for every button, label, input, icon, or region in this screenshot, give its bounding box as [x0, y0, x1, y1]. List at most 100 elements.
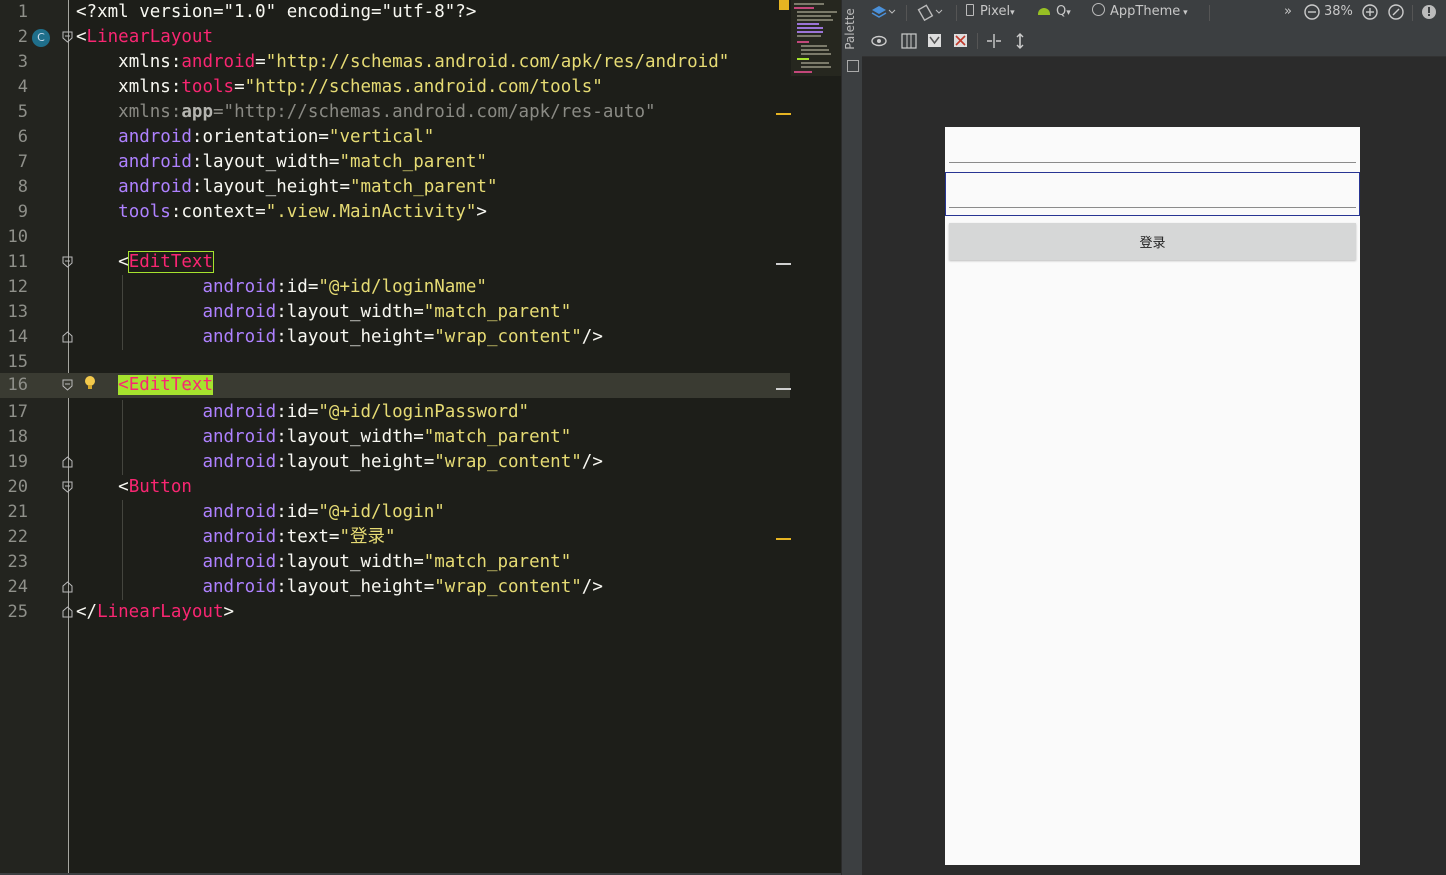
line-number: 12 [7, 277, 28, 297]
error-stripe-marker[interactable] [779, 0, 789, 10]
code-line[interactable]: 6 android:orientation="vertical" [0, 125, 790, 150]
device-preview[interactable]: 登录 [945, 127, 1360, 865]
zoom-in-icon[interactable] [1361, 0, 1379, 33]
code-line[interactable]: 22 android:text="登录" [0, 525, 791, 550]
warning-icon[interactable] [1420, 0, 1438, 33]
code-line[interactable]: 15 [0, 350, 790, 375]
code-line[interactable]: 14 android:layout_height="wrap_content"/… [0, 325, 790, 350]
code-line[interactable]: 10 [0, 225, 790, 250]
fold-collapse-icon[interactable] [62, 379, 73, 391]
palette-tab[interactable]: Palette [843, 8, 857, 50]
line-number: 23 [7, 552, 28, 572]
code-line[interactable]: 2 C <LinearLayout [0, 25, 790, 50]
info-marker[interactable] [776, 388, 791, 390]
code-text: android:id="@+id/loginPassword" [202, 402, 530, 422]
code-line[interactable]: 3 xmlns:android="http://schemas.android.… [0, 50, 790, 75]
code-minimap[interactable] [791, 0, 841, 76]
autoconnect-icon[interactable] [926, 29, 944, 62]
code-line[interactable]: 5 xmlns:app="http://schemas.android.com/… [0, 100, 791, 125]
line-number: 21 [7, 502, 28, 522]
code-line[interactable]: 17 android:id="@+id/loginPassword" [0, 400, 790, 425]
toolbar-separator [906, 5, 907, 21]
info-marker[interactable] [776, 263, 791, 265]
code-line[interactable]: 9 tools:context=".view.MainActivity"> [0, 200, 790, 225]
fold-collapse-icon[interactable] [62, 256, 73, 268]
line-number: 10 [7, 227, 28, 247]
fold-collapse-icon[interactable] [62, 31, 73, 43]
blueprint-toggle-icon[interactable] [900, 29, 918, 62]
fold-collapse-icon[interactable] [62, 481, 73, 493]
code-line[interactable]: 20 <Button [0, 475, 790, 500]
code-line[interactable]: 24 android:layout_height="wrap_content"/… [0, 575, 790, 600]
warning-marker[interactable] [776, 538, 791, 540]
edittext-underline [949, 162, 1356, 163]
line-number: 2 [17, 27, 28, 47]
more-actions-button[interactable]: » [1284, 0, 1292, 24]
code-text: android:id="@+id/loginName" [202, 277, 487, 297]
warning-marker[interactable] [776, 113, 791, 115]
line-number: 14 [7, 327, 28, 347]
code-text: android:layout_width="match_parent" [202, 427, 572, 447]
code-text-unused: xmlns:app="http://schemas.android.com/ap… [118, 102, 656, 122]
fold-end-icon[interactable] [62, 456, 73, 468]
code-text: android:layout_height="match_parent" [118, 177, 498, 197]
code-text: <EditText [118, 375, 213, 395]
theme-icon [1092, 3, 1105, 16]
toolbar-separator [977, 33, 978, 49]
toolbar-separator [1209, 5, 1210, 21]
line-number: 25 [7, 602, 28, 622]
zoom-to-fit-icon[interactable] [1387, 0, 1405, 33]
class-reference-icon[interactable]: C [32, 29, 50, 47]
login-password-edittext[interactable] [945, 172, 1360, 216]
clear-constraints-icon[interactable] [952, 29, 970, 62]
code-text: <LinearLayout [76, 27, 213, 47]
line-number: 24 [7, 577, 28, 597]
edittext-underline [949, 207, 1356, 208]
designer-toolbar: Pixel▾ Q▾ AppTheme ▾ » 38% [862, 0, 1446, 57]
code-text: <?xml version="1.0" encoding="utf-8"?> [76, 2, 477, 22]
code-line[interactable]: 23 android:layout_width="match_parent" [0, 550, 790, 575]
line-number: 13 [7, 302, 28, 322]
line-number: 6 [17, 127, 28, 147]
zoom-out-icon[interactable] [1303, 0, 1321, 33]
code-text: tools:context=".view.MainActivity"> [118, 202, 487, 222]
login-button[interactable]: 登录 [949, 223, 1356, 260]
fold-end-icon[interactable] [62, 606, 73, 618]
code-text: android:layout_width="match_parent" [202, 302, 572, 322]
api-level-selector[interactable]: Q▾ [1038, 0, 1071, 25]
device-selector[interactable]: Pixel▾ [966, 0, 1015, 25]
login-name-edittext[interactable] [945, 127, 1360, 171]
eye-icon[interactable] [870, 29, 888, 62]
palette-toolwindow-strip[interactable]: Palette [841, 0, 863, 875]
code-line[interactable]: 25 </LinearLayout> [0, 600, 790, 625]
line-number: 15 [7, 352, 28, 372]
code-line[interactable]: 7 android:layout_width="match_parent" [0, 150, 790, 175]
code-line-current[interactable]: 16 <EditText [0, 373, 791, 398]
code-text: xmlns:android="http://schemas.android.co… [118, 52, 730, 72]
code-line[interactable]: 18 android:layout_width="match_parent" [0, 425, 790, 450]
vertical-resize-icon[interactable] [1011, 29, 1029, 62]
line-number: 5 [17, 102, 28, 122]
code-text: android:layout_height="wrap_content"/> [202, 577, 603, 597]
code-line[interactable]: 13 android:layout_width="match_parent" [0, 300, 790, 325]
line-number: 3 [17, 52, 28, 72]
code-line[interactable]: 11 <EditText [0, 250, 791, 275]
code-text: android:layout_width="match_parent" [118, 152, 487, 172]
line-number: 11 [7, 252, 28, 272]
code-line[interactable]: 12 android:id="@+id/loginName" [0, 275, 790, 300]
fold-end-icon[interactable] [62, 581, 73, 593]
code-line[interactable]: 21 android:id="@+id/login" [0, 500, 790, 525]
indent-guide [122, 500, 123, 600]
layout-designer[interactable]: Pixel▾ Q▾ AppTheme ▾ » 38% 登录 [862, 0, 1446, 875]
fold-end-icon[interactable] [62, 331, 73, 343]
line-number: 9 [17, 202, 28, 222]
code-line[interactable]: 19 android:layout_height="wrap_content"/… [0, 450, 790, 475]
code-line[interactable]: 1 <?xml version="1.0" encoding="utf-8"?> [0, 0, 790, 25]
android-icon [1038, 8, 1050, 15]
code-line[interactable]: 4 xmlns:tools="http://schemas.android.co… [0, 75, 790, 100]
theme-selector[interactable]: AppTheme ▾ [1092, 0, 1188, 25]
code-editor[interactable]: 1 <?xml version="1.0" encoding="utf-8"?>… [0, 0, 841, 875]
horizontal-guideline-icon[interactable] [985, 29, 1003, 62]
code-line[interactable]: 8 android:layout_height="match_parent" [0, 175, 790, 200]
line-number: 4 [17, 77, 28, 97]
